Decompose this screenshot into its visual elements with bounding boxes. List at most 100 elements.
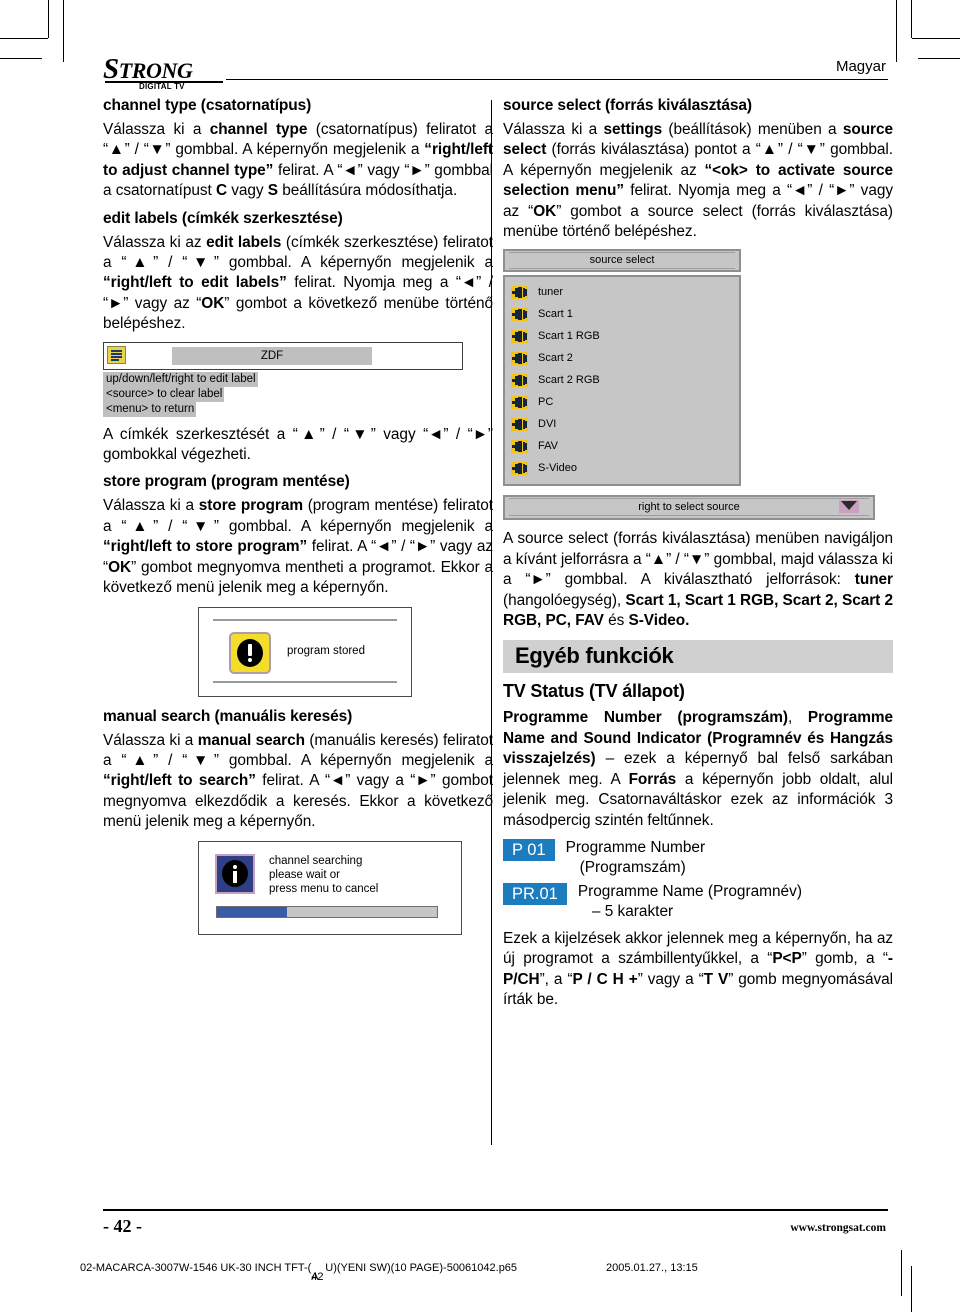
osd-indicator-description-line-1: Programme Number [565, 838, 706, 856]
source-list-item[interactable]: FAV [505, 435, 739, 457]
source-list-item[interactable]: S-Video [505, 457, 739, 479]
footer-divider [103, 1209, 888, 1211]
strong-logo-subtitle: DIGITAL TV [139, 82, 185, 91]
connector-plug-icon [511, 395, 528, 409]
print-meta-rule [901, 1250, 902, 1296]
connector-plug-icon [511, 373, 528, 387]
osd-source-select-title: source select [503, 249, 741, 273]
osd-indicator-row: P 01 Programme Number (Programszám) [503, 838, 893, 878]
heading-tv-status: TV Status (TV állapot) [503, 681, 685, 702]
source-list-item-label: S-Video [538, 461, 577, 474]
search-progress-bar [216, 905, 438, 918]
page-number: - 42 - [103, 1216, 142, 1236]
info-icon [215, 853, 255, 894]
osd-indicator-description: Programme Name (Programnév) – 5 karakter [578, 882, 802, 922]
osd-source-list[interactable]: tuner Scart 1 Scart 1 RGB Scart 2 Scart 2 RG… [503, 275, 741, 487]
source-list-item[interactable]: Scart 2 RGB [505, 369, 739, 391]
connector-plug-icon [511, 329, 528, 343]
connector-plug-icon [511, 285, 528, 299]
osd-stored-rule-top [213, 618, 397, 621]
osd-indicator-chip: P 01 [503, 838, 555, 861]
osd-source-select-footer-text: right to select source [638, 501, 740, 514]
print-meta-filename: 02-MACARCA-3007W-1546 UK-30 INCH TFT-(A 4… [80, 1262, 518, 1283]
paragraph-source-select-1: Válassza ki a settings (beállítások) men… [503, 121, 893, 241]
strong-logo: STRONG DIGITAL TV [103, 53, 233, 94]
crop-mark-top-right-horizontal-2 [918, 58, 960, 59]
strong-logo-wordmark: STRONG [103, 53, 193, 85]
connector-plug-icon [511, 307, 528, 321]
source-list-item[interactable]: Scart 2 [505, 347, 739, 369]
osd-program-stored-dialog: program stored [198, 606, 412, 697]
osd-hint-edit-label: up/down/left/right to edit label [103, 371, 258, 387]
crop-mark-top-left-horizontal-2 [0, 58, 42, 59]
paragraph-store-program: Válassza ki a store program (program men… [103, 497, 493, 597]
osd-searching-text: channel searching please wait or press m… [269, 854, 378, 896]
left-column: channel type (csatornatípus) Válassza ki… [103, 96, 493, 935]
source-list-item-label: FAV [538, 439, 558, 452]
source-list-item-label: Scart 1 [538, 307, 573, 320]
source-list-item-label: Scart 2 RGB [538, 373, 600, 386]
source-list-item-label: PC [538, 395, 554, 408]
osd-searching-line-2: please wait or [269, 868, 340, 881]
paragraph-edit-labels-2: A címkék szerkesztését a “▲” / “▼” vagy … [103, 425, 493, 464]
source-list-item-label: DVI [538, 417, 557, 430]
crop-mark-top-left-vertical-2 [63, 0, 64, 62]
osd-source-select-dialog: source select tuner Scart 1 Scart 1 RGB Sca… [503, 249, 741, 487]
osd-edit-labels-dialog: ZDF up/down/left/right to edit label <so… [103, 341, 463, 417]
crop-mark-top-right-horizontal [912, 38, 960, 39]
source-list-item[interactable]: Scart 1 RGB [505, 325, 739, 347]
osd-channel-searching-dialog: channel searching please wait or press m… [198, 840, 462, 935]
osd-searching-line-1: channel searching [269, 854, 363, 867]
connector-plug-icon [511, 417, 528, 431]
paragraph-edit-labels-1: Válassza ki az edit labels (címkék szerk… [103, 233, 493, 333]
chapter-band-other-functions: Egyéb funkciók [503, 640, 893, 674]
paragraph-channel-type: Válassza ki a channel type (csatornatípu… [103, 121, 494, 200]
osd-edit-labels-bar: ZDF [103, 341, 463, 370]
source-list-item-label: Scart 2 [538, 351, 573, 364]
connector-plug-icon [511, 461, 528, 475]
language-label: Magyar [835, 58, 886, 75]
heading-store-program: store program (program mentése) [103, 473, 350, 491]
source-list-item[interactable]: PC [505, 391, 739, 413]
crop-mark-top-left-vertical [48, 0, 49, 38]
paragraph-tv-status: Programme Number (programszám), Programm… [503, 709, 893, 829]
edit-label-icon [107, 345, 126, 364]
osd-indicator-description: Programme Number (Programszám) [566, 838, 705, 878]
heading-edit-labels: edit labels (címkék szerkesztése) [103, 209, 343, 227]
source-list-item-label: Scart 1 RGB [538, 329, 600, 342]
osd-hint-clear-label: <source> to clear label [103, 386, 225, 402]
osd-program-stored-message: program stored [287, 644, 365, 657]
osd-searching-line-3: press menu to cancel [269, 882, 379, 895]
osd-edit-labels-hints: up/down/left/right to edit label <source… [103, 371, 463, 417]
paragraph-tv-status-2: Ezek a kijelzések akkor jelennek meg a k… [503, 929, 893, 1009]
print-meta-timestamp: 2005.01.27., 13:15 [606, 1262, 698, 1274]
osd-indicator-chip: PR.01 [503, 882, 567, 905]
connector-plug-icon [511, 351, 528, 365]
heading-channel-type: channel type (csatornatípus) [103, 97, 312, 114]
osd-indicator-row: PR.01 Programme Name (Programnév) – 5 kara… [503, 882, 893, 922]
osd-indicator-list: P 01 Programme Number (Programszám) PR.01 Pr… [503, 838, 893, 922]
page-masthead: STRONG DIGITAL TV Magyar [78, 53, 888, 98]
osd-indicator-description-line-1: Programme Name (Programnév) [577, 882, 802, 900]
connector-plug-icon [511, 439, 528, 453]
heading-manual-search: manual search (manuális keresés) [103, 707, 353, 725]
source-list-item-label: tuner [538, 285, 564, 298]
source-list-item[interactable]: DVI [505, 413, 739, 435]
crop-mark-top-left-horizontal [0, 38, 48, 39]
paragraph-source-select-2: A source select (forrás kiválasztása) me… [503, 530, 894, 630]
website-url: www.strongsat.com [790, 1222, 886, 1234]
source-list-item[interactable]: Scart 1 [505, 303, 739, 325]
source-list-item[interactable]: tuner [505, 281, 739, 303]
masthead-divider [226, 79, 888, 80]
osd-indicator-description-line-2: – 5 karakter [591, 902, 674, 920]
print-meta-suffix: U)(YENI SW)(10 PAGE)-50061042.p65 [325, 1262, 518, 1274]
crop-mark-top-right-vertical-2 [896, 0, 897, 62]
osd-hint-return: <menu> to return [103, 401, 197, 417]
warning-icon [229, 631, 271, 674]
paragraph-manual-search: Válassza ki a manual search (manuális ke… [103, 731, 493, 831]
print-meta-overlap-b: 42 [311, 1271, 324, 1283]
right-column: source select (forrás kiválasztása) Vála… [503, 96, 893, 1018]
osd-source-select-title-text: source select [589, 254, 655, 267]
crop-mark-bottom-right-vertical [911, 1266, 912, 1312]
osd-stored-rule-bottom [213, 680, 397, 683]
